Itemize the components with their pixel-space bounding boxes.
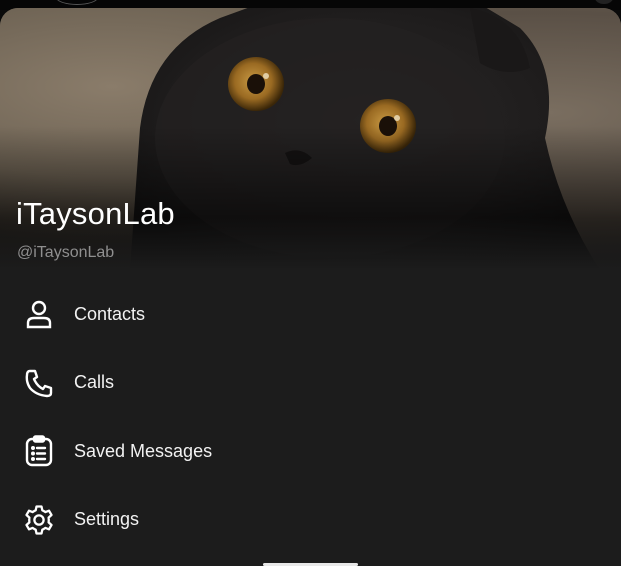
drawer-menu: Contacts Calls Saved Messages Settings	[0, 280, 621, 554]
menu-label-saved-messages: Saved Messages	[74, 440, 213, 461]
menu-item-saved-messages[interactable]: Saved Messages	[0, 417, 621, 486]
saved-messages-icon	[22, 434, 56, 468]
menu-item-calls[interactable]: Calls	[0, 349, 621, 418]
menu-label-contacts: Contacts	[74, 303, 146, 324]
menu-item-settings[interactable]: Settings	[0, 486, 621, 555]
person-icon	[22, 297, 56, 331]
menu-item-contacts[interactable]: Contacts	[0, 280, 621, 349]
profile-name: iTaysonLab	[16, 196, 175, 231]
phone-icon	[22, 366, 56, 400]
menu-label-settings: Settings	[74, 509, 140, 530]
camera-cutout	[56, 0, 98, 5]
screen: iTaysonLab @iTaysonLab Contacts Calls Sa…	[0, 0, 621, 566]
navigation-drawer: iTaysonLab @iTaysonLab Contacts Calls Sa…	[0, 8, 621, 566]
gear-icon	[22, 503, 56, 537]
profile-cover-photo[interactable]: iTaysonLab @iTaysonLab	[0, 8, 621, 270]
menu-label-calls: Calls	[74, 372, 115, 393]
profile-handle: @iTaysonLab	[17, 244, 115, 261]
status-indicator	[595, 0, 613, 4]
